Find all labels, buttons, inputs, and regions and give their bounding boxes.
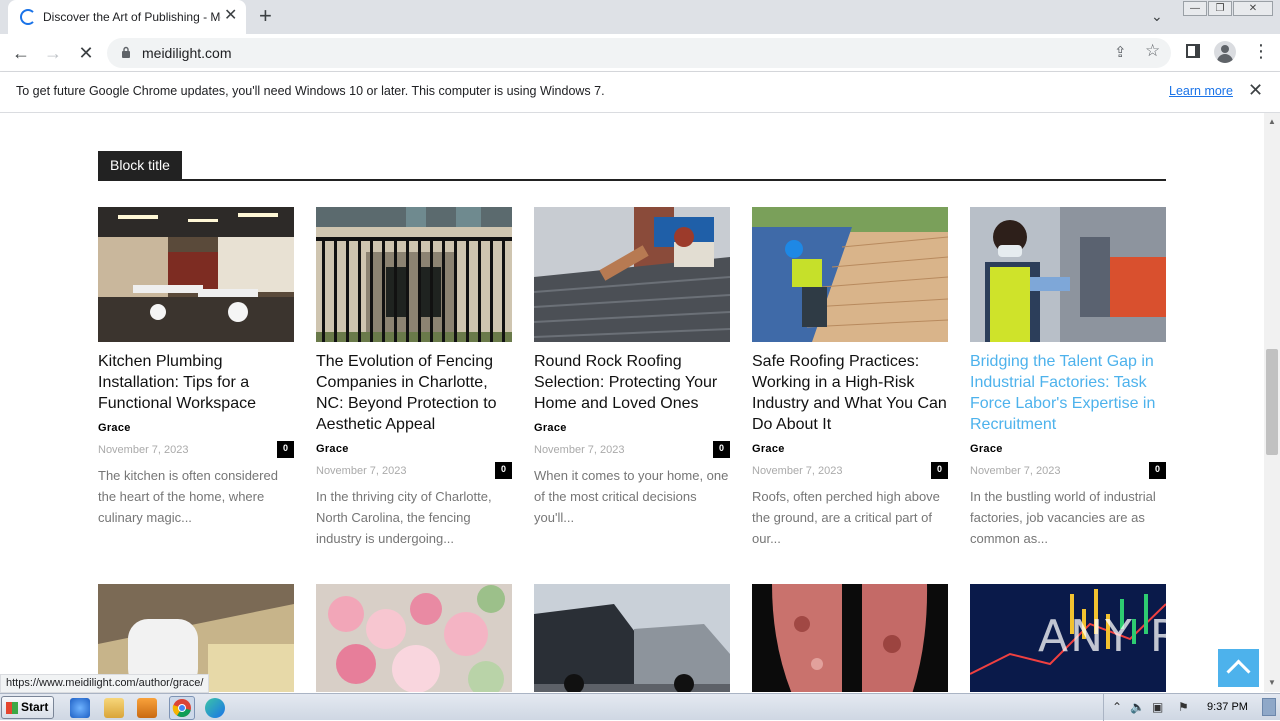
- taskbar-clock[interactable]: 9:37 PM: [1207, 701, 1248, 713]
- author-link[interactable]: Grace: [316, 443, 436, 455]
- author-link[interactable]: Grace: [98, 422, 218, 434]
- infobar-close-icon[interactable]: ✕: [1248, 81, 1263, 99]
- author-link[interactable]: Grace: [970, 443, 1090, 455]
- start-button[interactable]: Start: [1, 696, 54, 719]
- comment-count-badge[interactable]: 0: [495, 462, 512, 479]
- comment-count-badge[interactable]: 0: [1149, 462, 1166, 479]
- profile-avatar-icon[interactable]: [1214, 41, 1236, 63]
- forward-arrow-icon[interactable]: →: [41, 41, 65, 65]
- lock-icon: [122, 46, 130, 58]
- file-explorer-icon[interactable]: [104, 698, 124, 718]
- article-excerpt: In the bustling world of industrial fact…: [970, 489, 1156, 546]
- scroll-down-arrow-icon[interactable]: ▼: [1268, 678, 1276, 687]
- back-arrow-icon[interactable]: ←: [9, 41, 33, 65]
- chrome-taskbar-button[interactable]: [169, 696, 195, 720]
- comment-count-badge[interactable]: 0: [713, 441, 730, 458]
- article-thumbnail-fence[interactable]: [316, 207, 512, 342]
- article-thumbnail-flowers[interactable]: [316, 584, 512, 692]
- article-title-link[interactable]: Bridging the Talent Gap in Industrial Fa…: [970, 351, 1166, 435]
- browser-toolbar: ← → ✕ meidilight.com ⇪ ☆ ⋮: [0, 34, 1280, 72]
- chevron-up-icon: [1226, 659, 1251, 684]
- infobar-message: To get future Google Chrome updates, you…: [16, 84, 605, 98]
- article-date: November 7, 2023: [970, 465, 1061, 477]
- tab-search-chevron-icon[interactable]: ⌄: [1151, 8, 1163, 25]
- page-scrollbar[interactable]: ▲ ▼: [1264, 113, 1280, 692]
- address-bar[interactable]: meidilight.com ⇪ ☆: [107, 38, 1171, 68]
- tab-close-icon[interactable]: ✕: [224, 8, 237, 24]
- chrome-icon: [172, 699, 191, 718]
- article-thumbnail-office[interactable]: [98, 207, 294, 342]
- update-infobar: To get future Google Chrome updates, you…: [0, 72, 1280, 113]
- stop-loading-icon[interactable]: ✕: [74, 41, 98, 65]
- status-bar-url: https://www.meidilight.com/author/grace/: [0, 674, 210, 693]
- article-date: November 7, 2023: [752, 465, 843, 477]
- article-excerpt: Roofs, often perched high above the grou…: [752, 489, 940, 546]
- bookmark-star-icon[interactable]: ☆: [1145, 41, 1160, 61]
- minimize-button[interactable]: —: [1183, 1, 1207, 16]
- comment-count-badge[interactable]: 0: [277, 441, 294, 458]
- show-desktop-button[interactable]: [1262, 698, 1276, 716]
- new-tab-icon[interactable]: +: [259, 5, 272, 27]
- learn-more-link[interactable]: Learn more: [1169, 84, 1233, 98]
- article-excerpt: The kitchen is often considered the hear…: [98, 468, 278, 525]
- internet-explorer-icon[interactable]: [70, 698, 90, 718]
- restore-button[interactable]: ❐: [1208, 1, 1232, 16]
- article-thumbnail-skin-rash[interactable]: [752, 584, 948, 692]
- system-tray: ⌃ 🔈 ▣ ⚑: [1103, 694, 1280, 721]
- article-title-link[interactable]: The Evolution of Fencing Companies in Ch…: [316, 351, 512, 435]
- block-title-divider: [98, 179, 1166, 181]
- article-thumbnail-factory-worker[interactable]: [970, 207, 1166, 342]
- article-thumbnail-car-crash[interactable]: [534, 584, 730, 692]
- tab-title: Discover the Art of Publishing - Meidili…: [43, 10, 221, 24]
- url-text[interactable]: meidilight.com: [142, 45, 231, 61]
- scroll-up-arrow-icon[interactable]: ▲: [1268, 117, 1276, 126]
- article-title-link[interactable]: Round Rock Roofing Selection: Protecting…: [534, 351, 730, 414]
- volume-icon[interactable]: 🔈: [1130, 700, 1145, 714]
- loading-spinner-icon: [20, 9, 36, 25]
- article-date: November 7, 2023: [98, 444, 189, 456]
- scrollbar-thumb[interactable]: [1266, 349, 1278, 455]
- article-thumbnail-roof-worker[interactable]: [752, 207, 948, 342]
- window-close-button[interactable]: ✕: [1233, 1, 1273, 16]
- scroll-to-top-button[interactable]: [1218, 649, 1259, 687]
- share-icon[interactable]: ⇪: [1114, 43, 1127, 61]
- article-date: November 7, 2023: [534, 444, 625, 456]
- windows-logo-icon: [6, 702, 18, 714]
- media-player-icon[interactable]: [137, 698, 157, 718]
- article-excerpt: When it comes to your home, one of the m…: [534, 468, 729, 525]
- tray-expand-icon[interactable]: ⌃: [1112, 700, 1122, 714]
- action-center-flag-icon[interactable]: ⚑: [1178, 700, 1189, 714]
- block-title: Block title: [98, 151, 182, 180]
- edge-icon[interactable]: [205, 698, 225, 718]
- browser-tab[interactable]: Discover the Art of Publishing - Meidili…: [8, 0, 246, 34]
- comment-count-badge[interactable]: 0: [931, 462, 948, 479]
- windows-taskbar: Start ⌃ 🔈 ▣ ⚑ 9:37 PM: [0, 693, 1280, 721]
- author-link[interactable]: Grace: [752, 443, 872, 455]
- article-thumbnail-roofer[interactable]: [534, 207, 730, 342]
- tab-strip: Discover the Art of Publishing - Meidili…: [0, 0, 1280, 34]
- author-link[interactable]: Grace: [534, 422, 654, 434]
- article-title-link[interactable]: Kitchen Plumbing Installation: Tips for …: [98, 351, 294, 414]
- page-content: Block title Kitchen Plumbing Installatio…: [0, 113, 1264, 692]
- start-label: Start: [21, 700, 49, 714]
- kebab-menu-icon[interactable]: ⋮: [1252, 42, 1270, 60]
- article-excerpt: In the thriving city of Charlotte, North…: [316, 489, 492, 546]
- side-panel-icon[interactable]: [1186, 44, 1200, 58]
- article-title-link[interactable]: Safe Roofing Practices: Working in a Hig…: [752, 351, 948, 435]
- network-icon[interactable]: ▣: [1152, 700, 1163, 714]
- article-date: November 7, 2023: [316, 465, 407, 477]
